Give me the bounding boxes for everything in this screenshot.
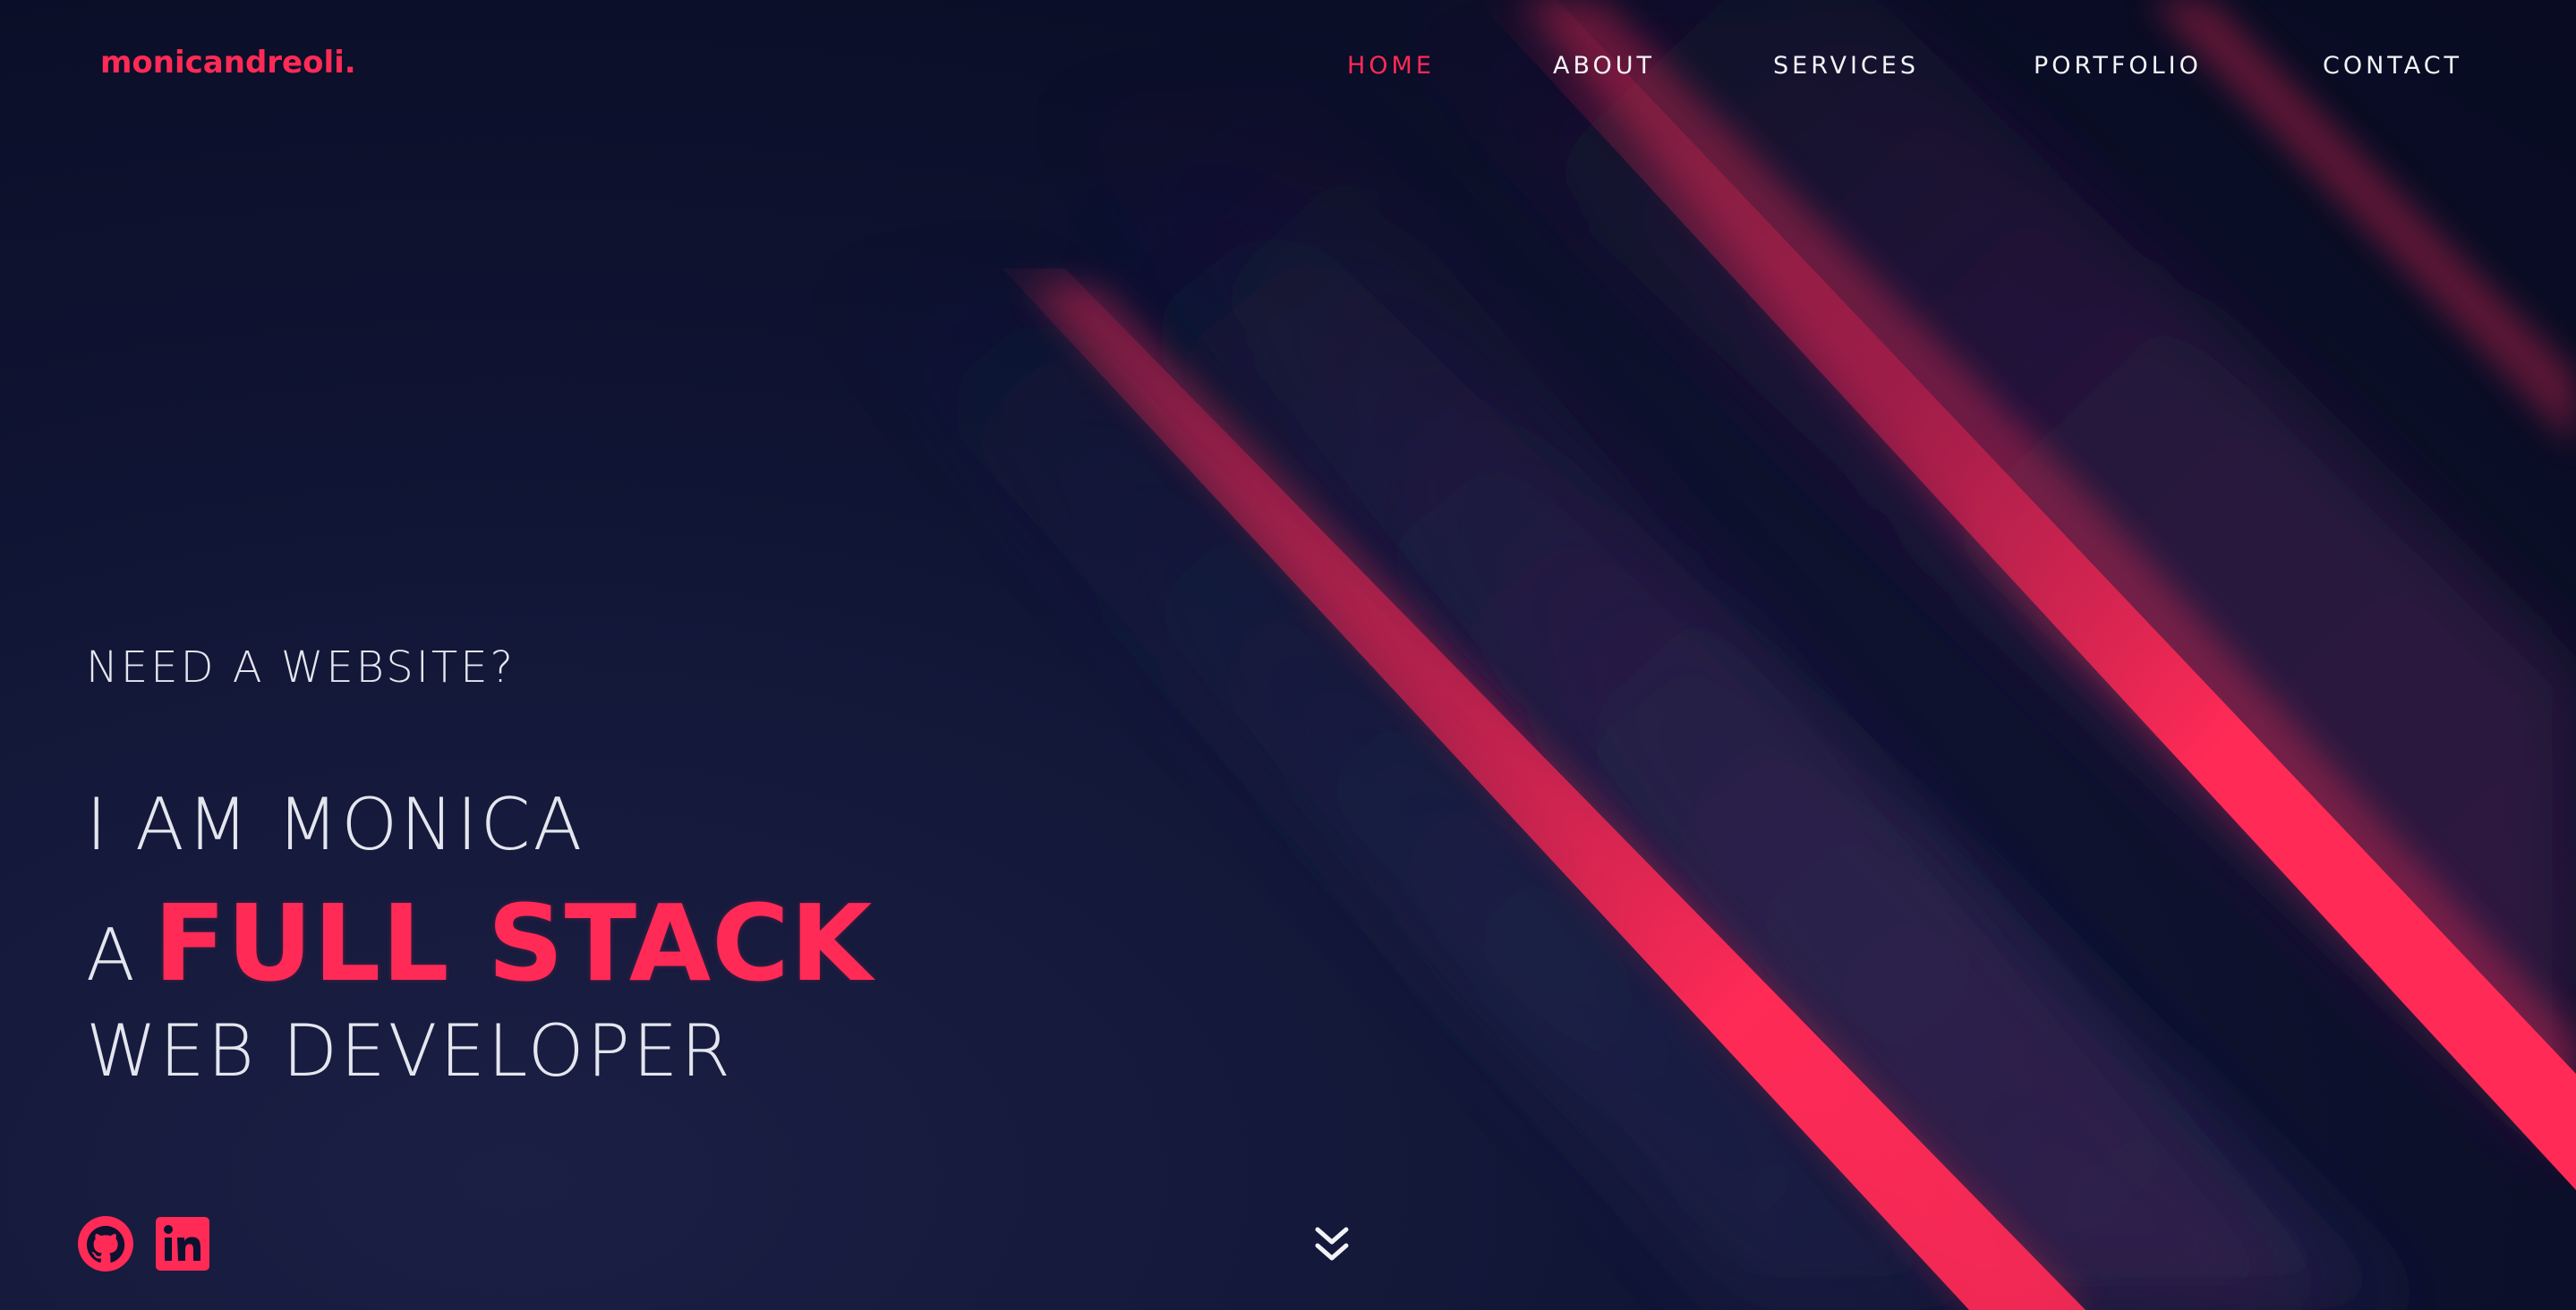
chevrons-down-icon[interactable] <box>1312 1224 1352 1267</box>
nav-item-portfolio[interactable]: PORTFOLIO <box>2034 52 2202 80</box>
nav-item-contact[interactable]: CONTACT <box>2323 52 2462 80</box>
nav-item-home[interactable]: HOME <box>1347 52 1435 80</box>
hero-tagline: NEED A WEBSITE? <box>86 642 516 693</box>
hero-role-highlight: FULL STACK <box>153 881 874 1005</box>
main-nav: HOME ABOUT SERVICES PORTFOLIO CONTACT <box>0 52 2576 88</box>
nav-item-services[interactable]: SERVICES <box>1773 52 1919 80</box>
hero-role-suffix: WEB DEVELOPER <box>86 1009 733 1093</box>
hero-section: monicandreoli. HOME ABOUT SERVICES PORTF… <box>0 0 2576 1310</box>
hero-role-line: A FULL STACK <box>86 881 873 1005</box>
nav-item-about[interactable]: ABOUT <box>1553 52 1655 80</box>
linkedin-icon[interactable] <box>154 1215 211 1272</box>
hero-role-prefix: A <box>86 914 138 997</box>
github-icon[interactable] <box>77 1215 134 1272</box>
hero-intro-line: I AM MONICA <box>86 783 585 866</box>
